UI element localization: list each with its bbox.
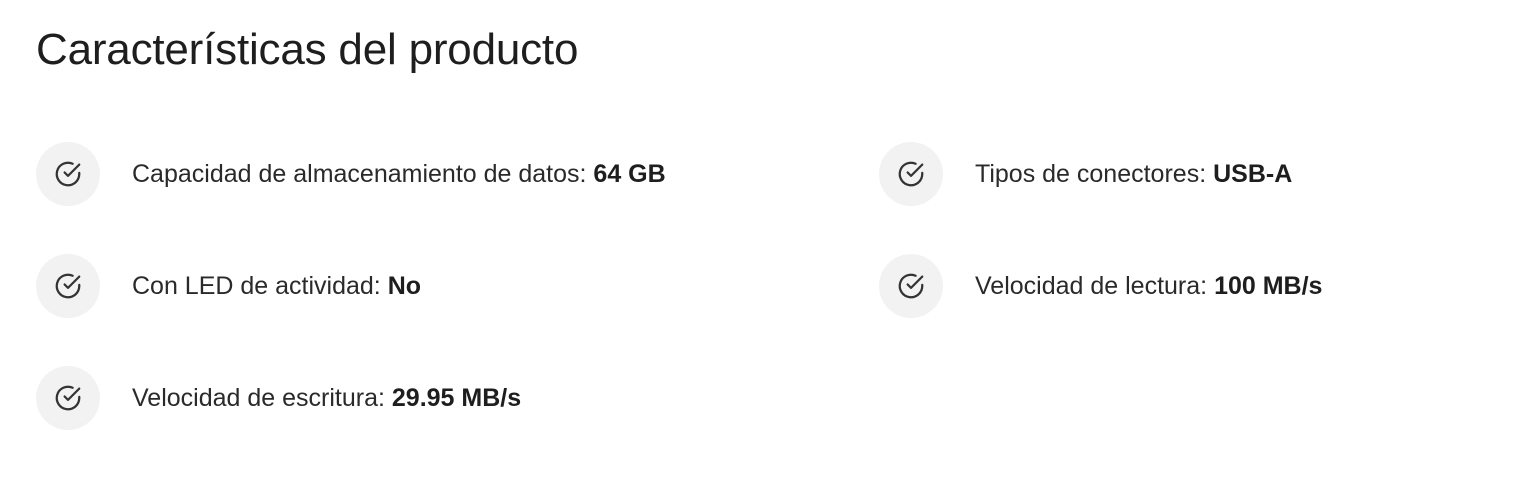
feature-value: 64 GB (593, 160, 666, 188)
features-list: Capacidad de almacenamiento de datos: 64… (36, 142, 1496, 478)
feature-item-activity-led: Con LED de actividad: No (36, 254, 879, 366)
feature-item-storage-capacity: Capacidad de almacenamiento de datos: 64… (36, 142, 879, 254)
feature-text: Con LED de actividad: No (132, 254, 421, 318)
feature-value: 29.95 MB/s (391, 384, 522, 412)
feature-value: No (387, 272, 422, 300)
feature-value: USB-A (1213, 160, 1293, 188)
feature-item-connector-types: Tipos de conectores: USB-A (879, 142, 1496, 254)
check-circle-icon (36, 254, 100, 318)
feature-label: Con LED de actividad: (132, 272, 381, 300)
check-circle-icon (879, 142, 943, 206)
section-title: Características del producto (36, 25, 579, 74)
feature-item-read-speed: Velocidad de lectura: 100 MB/s (879, 254, 1496, 366)
feature-text: Velocidad de lectura: 100 MB/s (975, 254, 1322, 318)
feature-item-write-speed: Velocidad de escritura: 29.95 MB/s (36, 366, 879, 478)
check-circle-icon (36, 142, 100, 206)
check-circle-icon (879, 254, 943, 318)
feature-label: Capacidad de almacenamiento de datos: (132, 160, 587, 188)
feature-label: Tipos de conectores: (975, 160, 1207, 188)
feature-text: Tipos de conectores: USB-A (975, 142, 1292, 206)
feature-label: Velocidad de lectura: (975, 272, 1208, 300)
check-circle-icon (36, 366, 100, 430)
feature-value: 100 MB/s (1214, 272, 1323, 300)
feature-text: Capacidad de almacenamiento de datos: 64… (132, 142, 666, 206)
feature-text: Velocidad de escritura: 29.95 MB/s (132, 366, 521, 430)
feature-label: Velocidad de escritura: (132, 384, 385, 412)
